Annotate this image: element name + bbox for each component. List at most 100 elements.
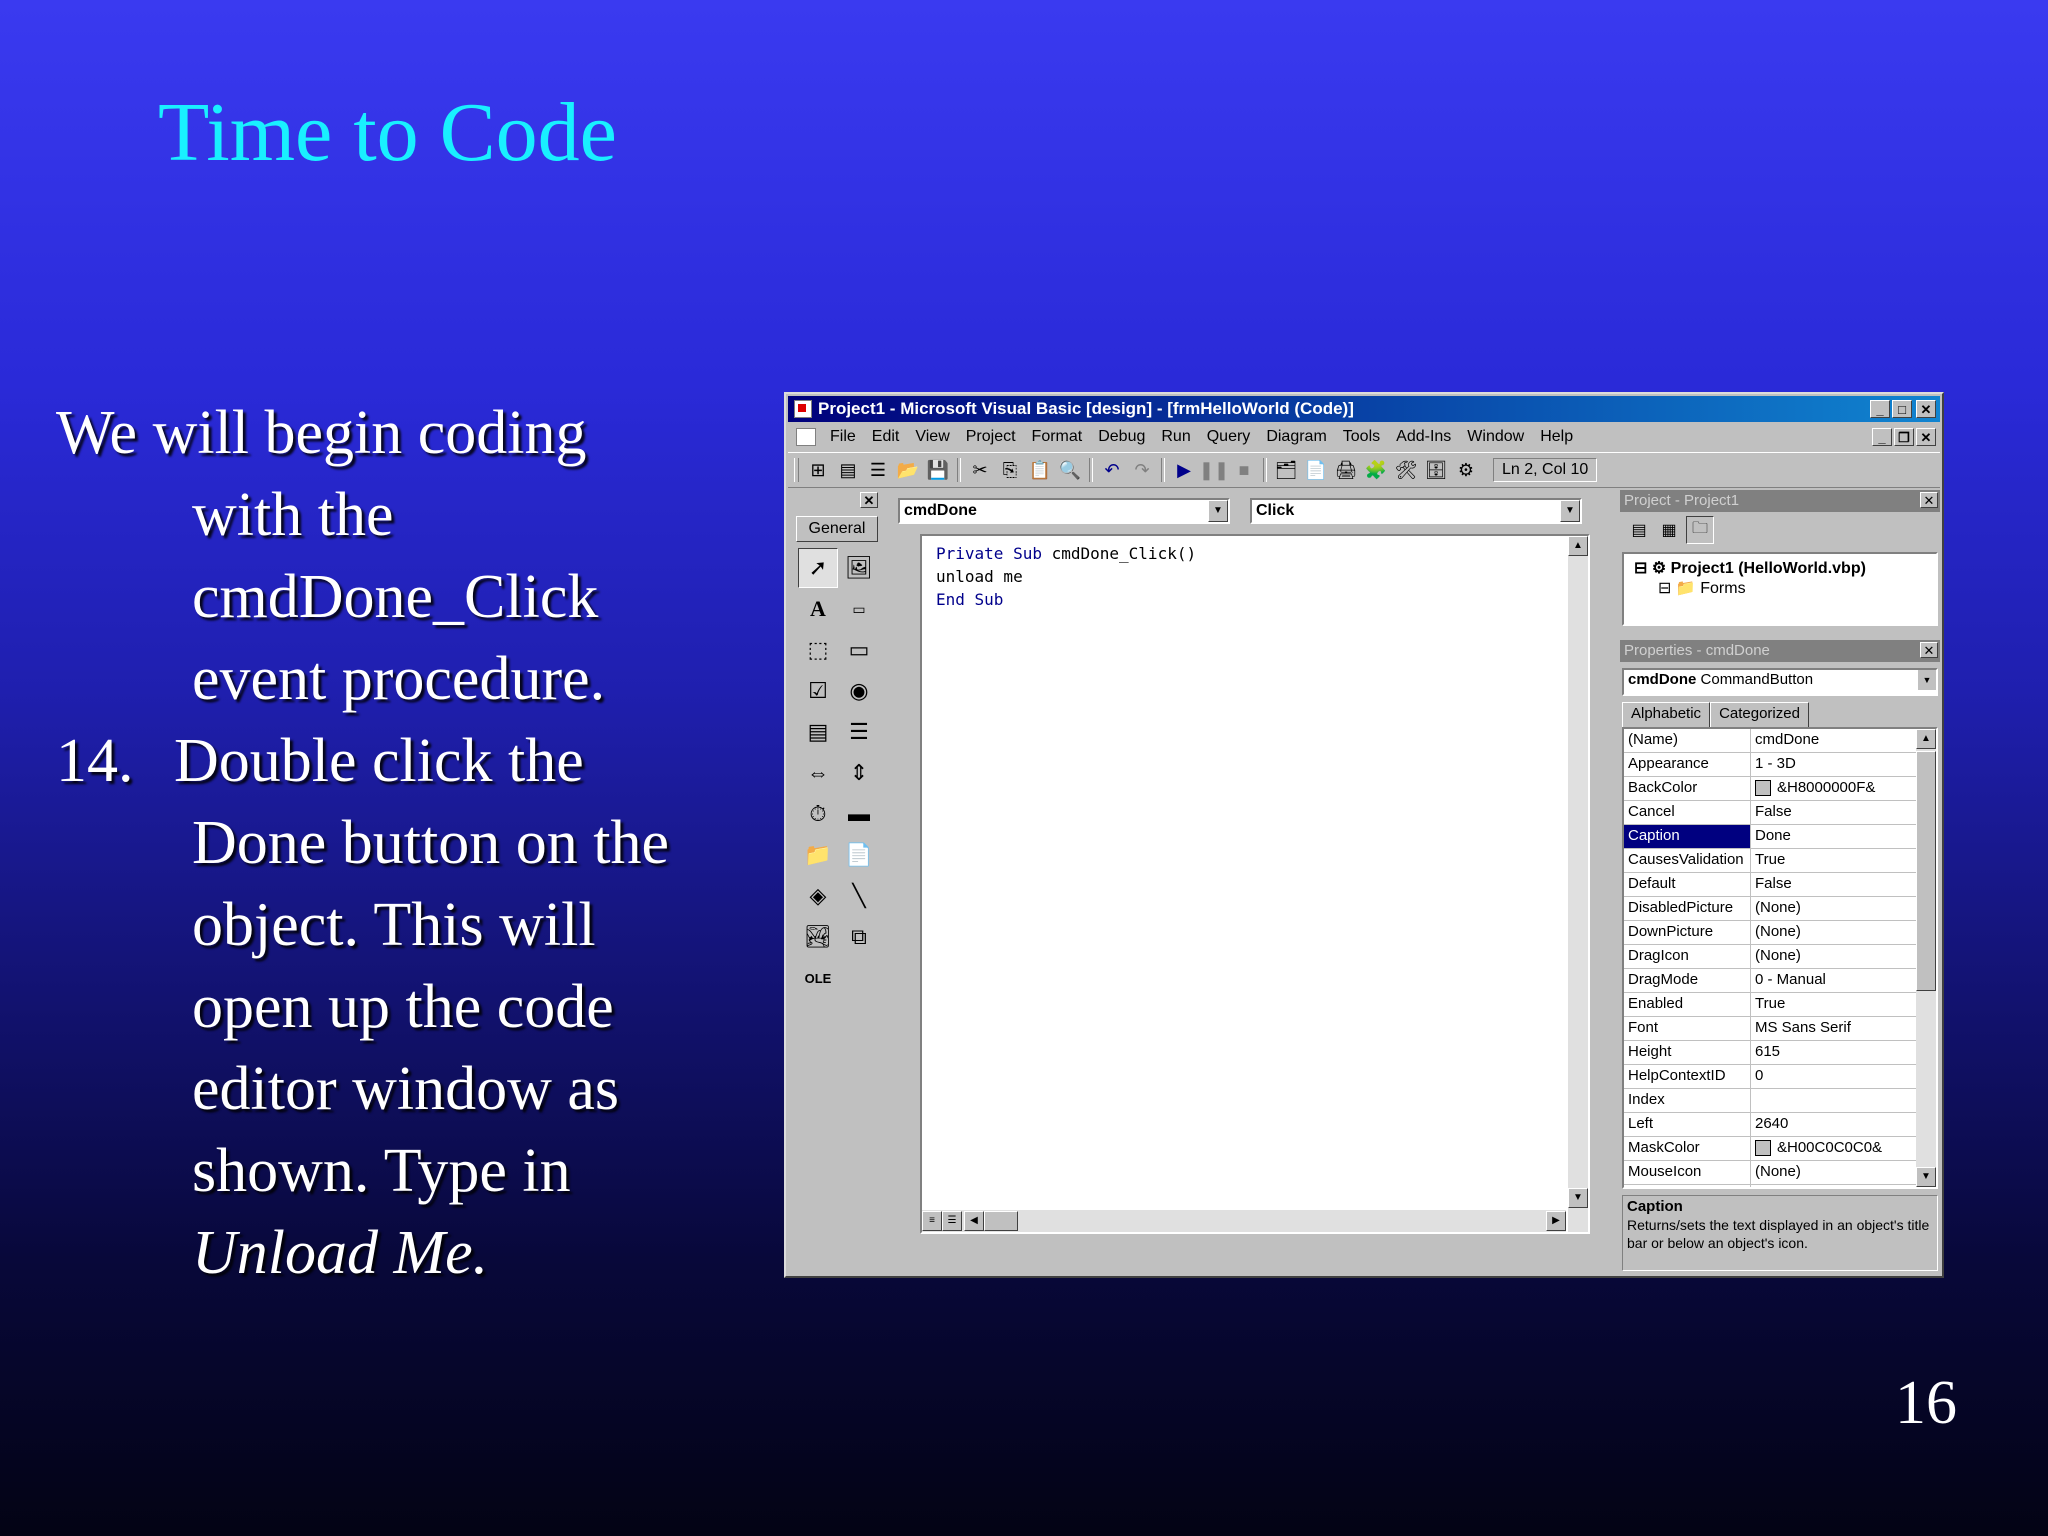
textbox-icon[interactable]: ▭ [839, 589, 879, 629]
property-name[interactable]: Default [1624, 873, 1751, 896]
project-pane-close-button[interactable]: ✕ [1920, 492, 1938, 508]
paste-icon[interactable]: 📋 [1027, 457, 1053, 483]
property-row[interactable]: (Name) cmdDone [1624, 729, 1936, 753]
maximize-button[interactable]: □ [1892, 400, 1912, 418]
combobox-icon[interactable]: ▤ [798, 712, 838, 752]
break-icon[interactable]: ❚❚ [1199, 457, 1229, 483]
property-value[interactable]: False [1751, 873, 1792, 896]
scroll-down-icon[interactable]: ▼ [1568, 1188, 1588, 1208]
property-value[interactable]: 2640 [1751, 1113, 1788, 1136]
property-row[interactable]: BackColor &H8000000F& [1624, 777, 1936, 801]
property-name[interactable]: Cancel [1624, 801, 1751, 824]
tree-item-project[interactable]: ⊟ ⚙ Project1 (HelloWorld.vbp) [1634, 558, 1866, 578]
property-value[interactable]: False [1751, 801, 1792, 824]
property-value[interactable]: MS Sans Serif [1751, 1017, 1851, 1040]
property-value[interactable]: 1 - 3D [1751, 753, 1796, 776]
open-project-icon[interactable]: 📂 [895, 457, 921, 483]
toolbox-icon[interactable]: 🛠 [1393, 457, 1419, 483]
property-name[interactable]: DragIcon [1624, 945, 1751, 968]
property-row[interactable]: Default False [1624, 873, 1936, 897]
property-name[interactable]: DragMode [1624, 969, 1751, 992]
commandbutton-icon[interactable]: ▭ [839, 630, 879, 670]
property-value[interactable] [1751, 1089, 1755, 1112]
full-module-view-icon[interactable]: ☰ [942, 1211, 962, 1231]
view-object-icon[interactable]: ▦ [1656, 517, 1682, 543]
form-layout-icon[interactable]: 🖨 [1333, 457, 1359, 483]
property-value[interactable]: Done [1751, 825, 1791, 848]
vscrollbar-icon[interactable]: ⇕ [839, 753, 879, 793]
image-icon[interactable]: 🏞 [798, 917, 838, 957]
timer-icon[interactable]: ⏱ [798, 794, 838, 834]
property-name[interactable]: Index [1624, 1089, 1751, 1112]
property-value[interactable]: (None) [1751, 945, 1801, 968]
menu-addins[interactable]: Add-Ins [1388, 428, 1459, 446]
toolbox-general-tab[interactable]: General [796, 516, 878, 542]
properties-scrollbar[interactable]: ▲ ▼ [1916, 729, 1936, 1187]
property-value[interactable]: 0 - Default [1751, 1185, 1824, 1187]
property-name[interactable]: Enabled [1624, 993, 1751, 1016]
property-row[interactable]: MaskColor &H00C0C0C0& [1624, 1137, 1936, 1161]
toggle-folders-icon[interactable]: 🗀 [1686, 516, 1714, 544]
property-name[interactable]: DownPicture [1624, 921, 1751, 944]
code-vertical-scrollbar[interactable]: ▲ ▼ [1568, 536, 1588, 1232]
project-explorer-icon[interactable]: 🗂 [1273, 457, 1299, 483]
property-row[interactable]: Left 2640 [1624, 1113, 1936, 1137]
copy-icon[interactable]: ⎘ [997, 457, 1023, 483]
scroll-thumb[interactable] [1916, 751, 1936, 991]
property-name[interactable]: MouseIcon [1624, 1161, 1751, 1184]
drivelistbox-icon[interactable]: ▬ [839, 794, 879, 834]
property-name[interactable]: CausesValidation [1624, 849, 1751, 872]
property-name[interactable]: Left [1624, 1113, 1751, 1136]
scroll-left-icon[interactable]: ◀ [964, 1211, 984, 1231]
property-name[interactable]: Font [1624, 1017, 1751, 1040]
property-row[interactable]: Font MS Sans Serif [1624, 1017, 1936, 1041]
view-code-icon[interactable]: ▤ [1626, 517, 1652, 543]
menu-debug[interactable]: Debug [1090, 428, 1153, 446]
menu-window[interactable]: Window [1459, 428, 1532, 446]
property-name[interactable]: DisabledPicture [1624, 897, 1751, 920]
properties-object-combo[interactable]: cmdDone CommandButton ▼ [1622, 668, 1938, 696]
shape-icon[interactable]: ◈ [798, 876, 838, 916]
add-form-icon[interactable]: ▤ [835, 457, 861, 483]
property-name[interactable]: Appearance [1624, 753, 1751, 776]
data-view-icon[interactable]: 🗄 [1423, 457, 1449, 483]
property-name[interactable]: BackColor [1624, 777, 1751, 800]
label-icon[interactable]: A [798, 589, 838, 629]
property-value[interactable]: 615 [1751, 1041, 1780, 1064]
property-row[interactable]: Cancel False [1624, 801, 1936, 825]
properties-pane-close-button[interactable]: ✕ [1920, 642, 1938, 658]
property-row[interactable]: Index [1624, 1089, 1936, 1113]
menu-editor-icon[interactable]: ☰ [865, 457, 891, 483]
scroll-thumb[interactable] [984, 1211, 1018, 1231]
menu-format[interactable]: Format [1024, 428, 1091, 446]
picturebox-icon[interactable]: 🖼 [839, 548, 879, 588]
checkbox-icon[interactable]: ☑ [798, 671, 838, 711]
procedure-view-icon[interactable]: ≡ [922, 1211, 942, 1231]
save-project-icon[interactable]: 💾 [925, 457, 951, 483]
code-text[interactable]: Private Sub cmdDone_Click() unload me En… [936, 542, 1196, 611]
object-browser-icon[interactable]: 🧩 [1363, 457, 1389, 483]
frame-icon[interactable]: ⬚ [798, 630, 838, 670]
mdi-minimize-button[interactable]: _ [1872, 428, 1892, 446]
property-value[interactable]: True [1751, 849, 1785, 872]
data-icon[interactable]: ⧉ [839, 917, 879, 957]
find-icon[interactable]: 🔍 [1057, 457, 1083, 483]
property-name[interactable]: Caption [1624, 825, 1751, 848]
add-project-icon[interactable]: ⊞ [805, 457, 831, 483]
redo-icon[interactable]: ↷ [1129, 457, 1155, 483]
component-manager-icon[interactable]: ⚙ [1453, 457, 1479, 483]
property-row[interactable]: Appearance 1 - 3D [1624, 753, 1936, 777]
chevron-down-icon[interactable]: ▼ [1560, 500, 1580, 522]
tab-alphabetic[interactable]: Alphabetic [1622, 702, 1711, 727]
property-row[interactable]: DisabledPicture (None) [1624, 897, 1936, 921]
end-icon[interactable]: ■ [1231, 457, 1257, 483]
cut-icon[interactable]: ✂ [967, 457, 993, 483]
property-name[interactable]: (Name) [1624, 729, 1751, 752]
property-row[interactable]: Enabled True [1624, 993, 1936, 1017]
property-name[interactable]: MousePointer [1624, 1185, 1751, 1187]
optionbutton-icon[interactable]: ◉ [839, 671, 879, 711]
scroll-up-icon[interactable]: ▲ [1916, 729, 1936, 749]
scroll-right-icon[interactable]: ▶ [1546, 1211, 1566, 1231]
toolbox-close-button[interactable]: ✕ [860, 492, 878, 508]
start-icon[interactable]: ▶ [1171, 457, 1197, 483]
